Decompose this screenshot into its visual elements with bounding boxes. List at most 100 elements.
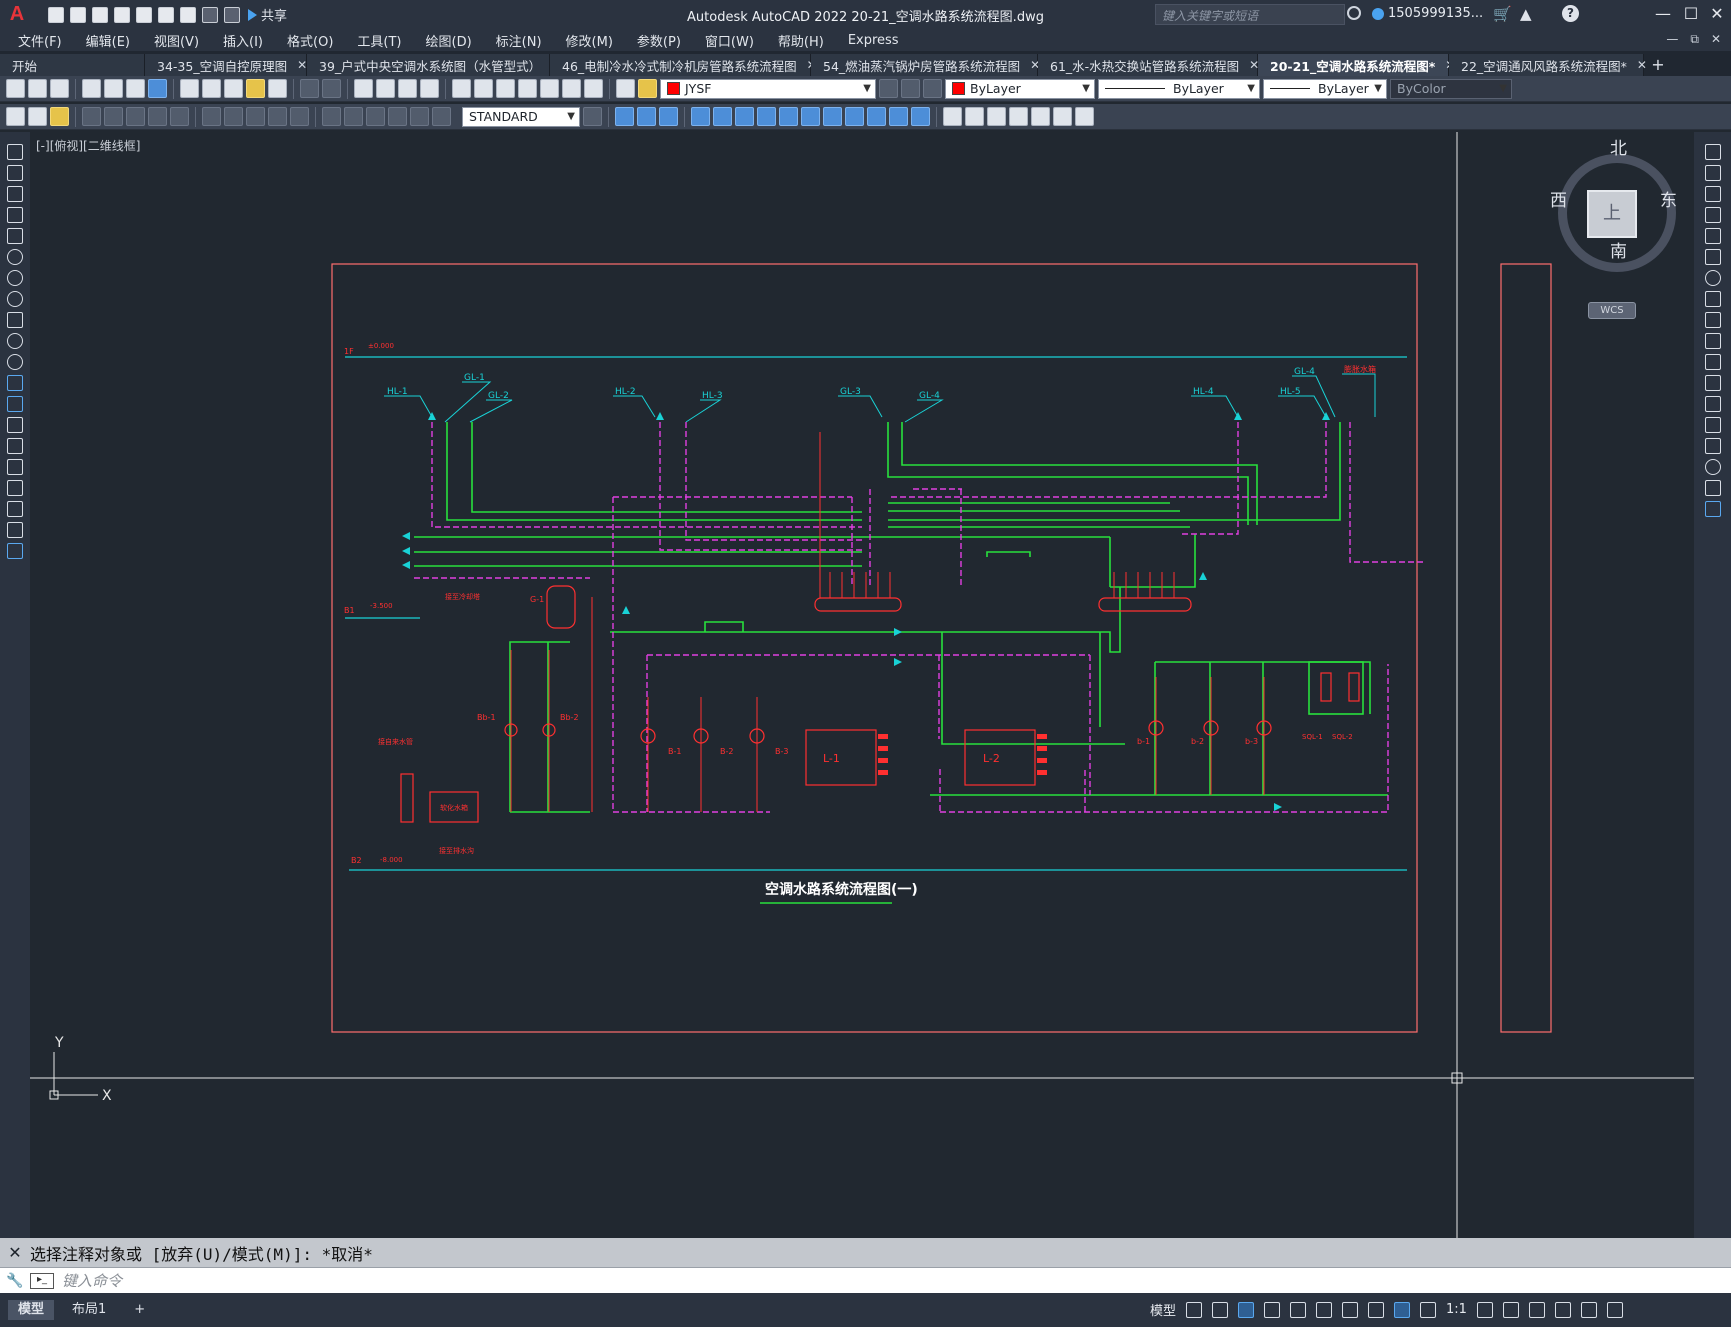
customize-wrench-icon[interactable]: 🔧 [0,1273,30,1289]
new-icon[interactable] [6,79,25,98]
copy-icon[interactable] [202,79,221,98]
plot-icon[interactable] [82,79,101,98]
draworder-icon[interactable] [987,107,1006,126]
layer-properties-icon[interactable] [616,79,635,98]
viewcube-top-face[interactable]: 上 [1587,190,1637,238]
text-front-icon[interactable] [1053,107,1072,126]
send-back-icon[interactable] [1031,107,1050,126]
save-icon[interactable] [50,79,69,98]
save-icon[interactable] [92,6,108,23]
undo-icon[interactable] [202,6,218,23]
spline-icon[interactable] [7,312,23,328]
menu-format[interactable]: 格式(O) [287,31,333,50]
doc-restore-button[interactable]: ⧉ [1690,32,1699,47]
rotate-icon[interactable] [735,107,754,126]
paste-icon[interactable] [224,79,243,98]
close-window-button[interactable]: ✕ [1702,4,1731,23]
search-input[interactable]: 键入关键字或短语 [1155,4,1345,25]
arc-length-icon[interactable] [50,107,69,126]
annotation-monitor-icon[interactable] [1502,1301,1519,1318]
zoom-previous-icon[interactable] [420,79,439,98]
open-web-icon[interactable] [136,6,152,23]
menu-window[interactable]: 窗口(W) [705,31,754,50]
ellipse-arc-icon[interactable] [7,354,23,370]
lineweight-icon[interactable] [1368,1301,1385,1318]
region-icon[interactable] [7,480,23,496]
add-selected-icon[interactable] [7,543,23,559]
cart-icon[interactable]: 🛒 [1493,5,1512,23]
workspace-gear-icon[interactable] [1476,1301,1493,1318]
menu-view[interactable]: 视图(V) [154,31,199,50]
blend-icon[interactable] [1704,480,1721,496]
explode-icon[interactable] [943,107,962,126]
gradient-icon[interactable] [7,459,23,475]
3d-print-icon[interactable] [148,79,167,98]
make-block-icon[interactable] [7,396,23,412]
doc-minimize-button[interactable]: — [1666,32,1678,47]
chamfer-icon[interactable] [1704,438,1721,454]
polyline-icon[interactable] [7,186,23,202]
fillet-icon[interactable] [911,107,930,126]
quick-dim-icon[interactable] [202,107,221,126]
dim-edit-icon[interactable] [410,107,429,126]
publish-icon[interactable] [126,79,145,98]
menu-draw[interactable]: 绘图(D) [426,31,472,50]
trim-icon[interactable] [801,107,820,126]
copy-icon[interactable] [1704,165,1721,181]
arc-icon[interactable] [7,249,23,265]
search-icon[interactable] [1347,6,1361,20]
hatch-icon[interactable] [7,438,23,454]
array-icon[interactable] [1704,228,1721,244]
calculator-icon[interactable] [562,79,581,98]
copy-object-icon[interactable] [615,107,634,126]
menu-file[interactable]: 文件(F) [18,31,62,50]
minimize-button[interactable]: — [1648,4,1678,23]
stretch-icon[interactable] [1704,312,1721,328]
undo-icon[interactable] [300,79,319,98]
bring-front-icon[interactable] [1009,107,1028,126]
trim-icon[interactable] [1704,333,1721,349]
autodesk-app-icon[interactable]: ▲ [1520,5,1532,23]
layer-previous-icon[interactable] [901,79,920,98]
ortho-icon[interactable] [1238,1301,1255,1318]
hardware-acceleration-icon[interactable] [1554,1301,1571,1318]
annotation-visibility-icon[interactable] [1394,1301,1411,1318]
move-icon[interactable] [713,107,732,126]
autocad-logo-icon[interactable]: A [0,0,34,29]
linear-dim-icon[interactable] [6,107,25,126]
save-web-icon[interactable] [158,6,174,23]
menu-edit[interactable]: 编辑(E) [86,31,130,50]
polygon-icon[interactable] [7,207,23,223]
scale-icon[interactable] [1704,291,1721,307]
close-command-icon[interactable]: ✕ [0,1243,30,1262]
tab-model-layout[interactable]: 模型 [8,1300,55,1320]
auto-scale-icon[interactable] [1420,1301,1437,1318]
move-icon[interactable] [1704,249,1721,265]
command-prompt-icon[interactable]: ▸_ [30,1272,54,1289]
point-icon[interactable] [7,417,23,433]
rectangle-icon[interactable] [7,228,23,244]
tab-file[interactable]: 61_水-水热交换站管路系统流程图 ✕ [1038,54,1259,76]
rotate-icon[interactable] [1704,270,1721,286]
polar-tracking-icon[interactable] [1264,1301,1281,1318]
erase-icon[interactable] [1704,144,1721,160]
menu-dimension[interactable]: 标注(N) [496,31,542,50]
circle-icon[interactable] [7,270,23,286]
menu-insert[interactable]: 插入(I) [223,31,263,50]
tab-file[interactable]: 22_空调通风风路系统流程图* ✕ [1449,54,1647,76]
radius-dim-icon[interactable] [104,107,123,126]
drawing-canvas[interactable]: [-][俯视][二维线框] Y X 1F ±0.000 B1 -3.500 B2… [30,132,1694,1238]
layer-state-icon[interactable] [638,79,657,98]
help-icon[interactable]: ? [1562,5,1579,22]
make-current-icon[interactable] [879,79,898,98]
dimstyle-dropdown[interactable]: STANDARD ▼ [462,106,580,127]
user-account[interactable]: 1505999135... [1372,6,1483,21]
center-mark-icon[interactable] [344,107,363,126]
jogged-dim-icon[interactable] [126,107,145,126]
pan-icon[interactable] [354,79,373,98]
mirror-icon[interactable] [1704,186,1721,202]
plotstyle-dropdown[interactable]: ByColor ▼ [1390,78,1512,99]
inspection-icon[interactable] [366,107,385,126]
jogged-linear-icon[interactable] [388,107,407,126]
baseline-dim-icon[interactable] [224,107,243,126]
